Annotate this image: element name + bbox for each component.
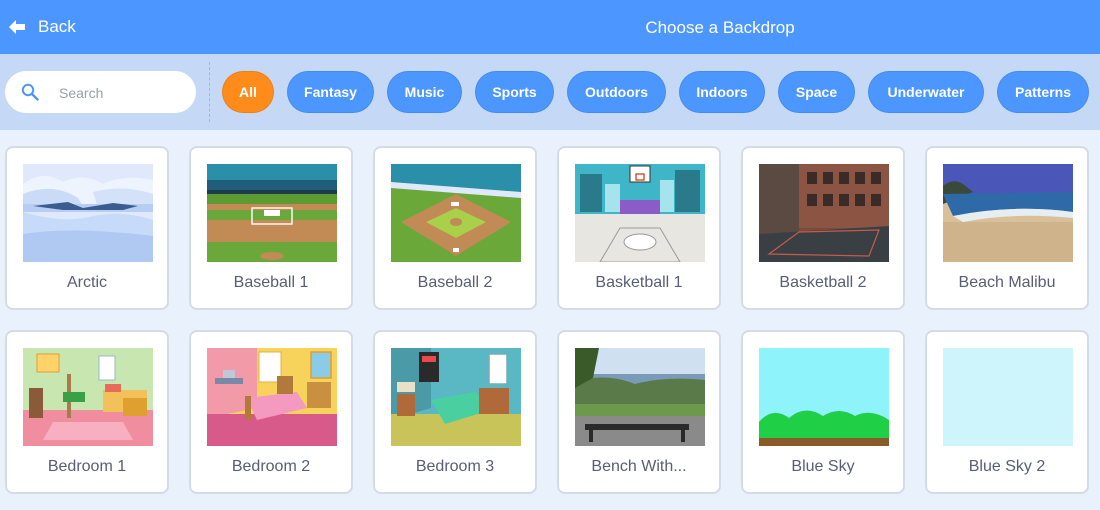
tag-music[interactable]: Music xyxy=(387,71,462,113)
backdrop-name: Baseball 2 xyxy=(417,274,493,291)
backdrop-name: Baseball 1 xyxy=(233,274,309,291)
beach-malibu-thumbnail xyxy=(943,164,1073,262)
tag-fantasy[interactable]: Fantasy xyxy=(287,71,374,113)
backdrop-card-beach-malibu[interactable]: Beach Malibu xyxy=(925,146,1089,310)
filter-divider xyxy=(209,62,210,122)
blue-sky-thumbnail xyxy=(759,348,889,446)
backdrop-card-bedroom-3[interactable]: Bedroom 3 xyxy=(373,330,537,494)
back-label: Back xyxy=(38,17,76,36)
back-button[interactable]: Back xyxy=(8,0,76,54)
basketball-1-thumbnail xyxy=(575,164,705,262)
backdrop-card-blue-sky-2[interactable]: Blue Sky 2 xyxy=(925,330,1089,494)
backdrop-grid: Arctic Baseball 1 Baseball 2 Basketball … xyxy=(0,130,1100,510)
backdrop-name: Bedroom 2 xyxy=(231,458,311,475)
tag-sports[interactable]: Sports xyxy=(475,71,554,113)
backdrop-card-bench-with-view[interactable]: Bench With... xyxy=(557,330,721,494)
baseball-2-thumbnail xyxy=(391,164,521,262)
backdrop-name: Beach Malibu xyxy=(958,274,1056,291)
backdrop-card-baseball-2[interactable]: Baseball 2 xyxy=(373,146,537,310)
backdrop-name: Bedroom 3 xyxy=(415,458,495,475)
bedroom-1-thumbnail xyxy=(23,348,153,446)
search-icon xyxy=(21,83,39,101)
page-title: Choose a Backdrop xyxy=(645,18,795,37)
backdrop-card-baseball-1[interactable]: Baseball 1 xyxy=(189,146,353,310)
tag-indoors[interactable]: Indoors xyxy=(679,71,765,113)
backdrop-card-arctic[interactable]: Arctic xyxy=(5,146,169,310)
baseball-1-thumbnail xyxy=(207,164,337,262)
filter-bar: All Fantasy Music Sports Outdoors Indoor… xyxy=(0,54,1100,130)
tag-outdoors[interactable]: Outdoors xyxy=(567,71,666,113)
arrow-left-icon xyxy=(9,20,25,34)
backdrop-name: Basketball 2 xyxy=(779,274,867,291)
bedroom-3-thumbnail xyxy=(391,348,521,446)
arctic-thumbnail xyxy=(23,164,153,262)
backdrop-card-bedroom-1[interactable]: Bedroom 1 xyxy=(5,330,169,494)
backdrop-name: Blue Sky 2 xyxy=(968,458,1046,475)
backdrop-name: Bedroom 1 xyxy=(47,458,127,475)
header-bar: Back Choose a Backdrop xyxy=(0,0,1100,54)
search-box[interactable] xyxy=(5,71,196,113)
tag-patterns[interactable]: Patterns xyxy=(997,71,1089,113)
bedroom-2-thumbnail xyxy=(207,348,337,446)
backdrop-card-bedroom-2[interactable]: Bedroom 2 xyxy=(189,330,353,494)
search-input[interactable] xyxy=(57,80,191,106)
bench-thumbnail xyxy=(575,348,705,446)
backdrop-card-basketball-1[interactable]: Basketball 1 xyxy=(557,146,721,310)
backdrop-name: Arctic xyxy=(67,274,107,291)
backdrop-card-basketball-2[interactable]: Basketball 2 xyxy=(741,146,905,310)
backdrop-name: Basketball 1 xyxy=(595,274,683,291)
tag-all[interactable]: All xyxy=(222,71,274,113)
backdrop-name: Bench With... xyxy=(591,458,687,475)
backdrop-card-blue-sky[interactable]: Blue Sky xyxy=(741,330,905,494)
blue-sky-2-thumbnail xyxy=(943,348,1073,446)
tag-underwater[interactable]: Underwater xyxy=(868,71,984,113)
tag-space[interactable]: Space xyxy=(778,71,855,113)
basketball-2-thumbnail xyxy=(759,164,889,262)
backdrop-name: Blue Sky xyxy=(791,458,855,475)
